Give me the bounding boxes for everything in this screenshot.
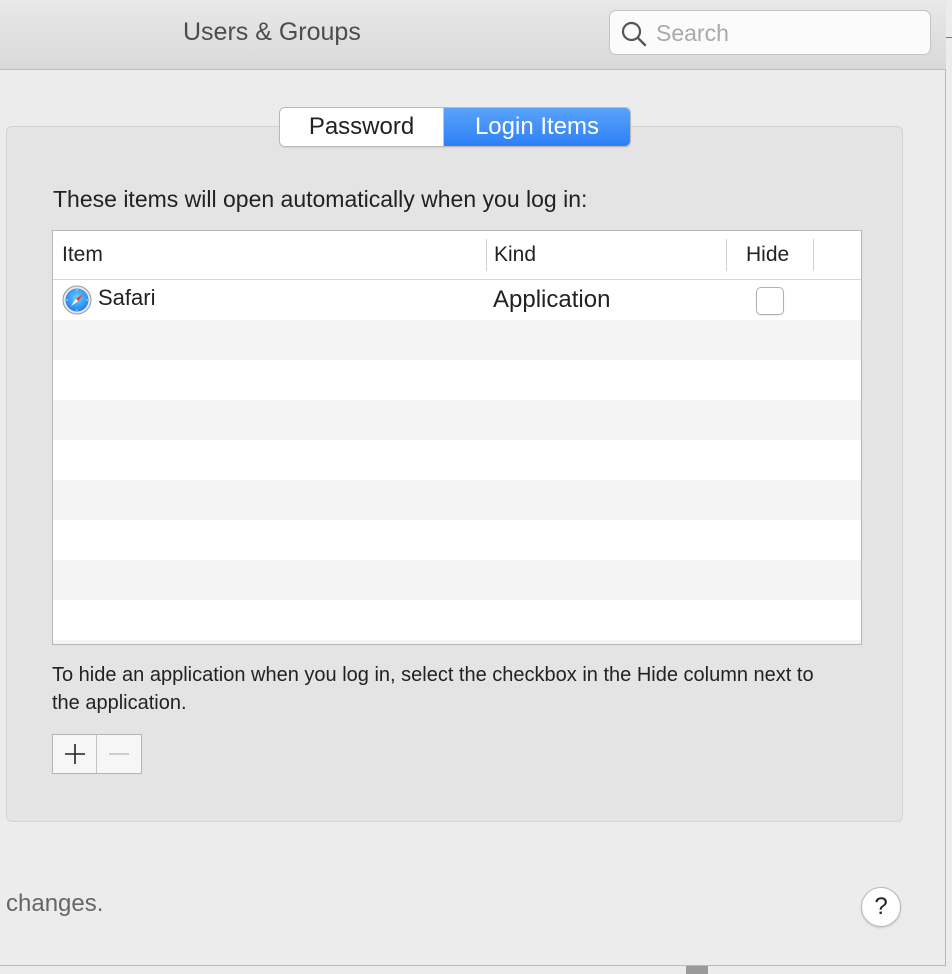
- table-row: [53, 560, 861, 600]
- tab-password[interactable]: Password: [280, 108, 444, 146]
- preferences-window: Users & Groups Password Login Items Thes…: [0, 0, 952, 966]
- hide-checkbox[interactable]: [756, 287, 784, 315]
- login-items-table[interactable]: Item Kind Hide Safari Application: [52, 230, 862, 645]
- column-divider: [726, 239, 727, 271]
- column-header-kind[interactable]: Kind: [494, 231, 536, 279]
- table-row: [53, 480, 861, 520]
- remove-item-button[interactable]: [97, 735, 141, 773]
- table-row: [53, 600, 861, 640]
- intro-text: These items will open automatically when…: [53, 186, 588, 212]
- edge-divider: [946, 37, 952, 38]
- lock-changes-text: changes.: [6, 890, 104, 917]
- add-remove-control: [52, 734, 142, 774]
- search-icon: [621, 21, 647, 47]
- column-header-item[interactable]: Item: [62, 231, 103, 279]
- column-header-hide[interactable]: Hide: [746, 231, 789, 279]
- table-row: [53, 640, 861, 644]
- table-row: [53, 400, 861, 440]
- add-item-button[interactable]: [53, 735, 97, 773]
- safari-icon: [62, 285, 92, 315]
- title-bar: Users & Groups: [0, 0, 946, 70]
- column-divider: [813, 239, 814, 271]
- item-name: Safari: [98, 285, 156, 310]
- window-title: Users & Groups: [183, 18, 361, 46]
- search-field[interactable]: [609, 10, 931, 55]
- table-body: Safari Application: [53, 280, 861, 644]
- search-input[interactable]: [656, 17, 916, 49]
- table-row: [53, 440, 861, 480]
- column-divider: [486, 239, 487, 271]
- plus-icon: [64, 744, 85, 764]
- table-header: Item Kind Hide: [53, 231, 861, 280]
- item-kind: Application: [493, 286, 611, 313]
- tab-bar: Password Login Items: [279, 107, 631, 147]
- table-row[interactable]: Safari Application: [53, 280, 861, 320]
- table-row: [53, 360, 861, 400]
- help-button[interactable]: ?: [861, 887, 901, 927]
- hide-help-text: To hide an application when you log in, …: [52, 664, 814, 714]
- tab-login-items[interactable]: Login Items: [444, 108, 630, 146]
- window-edge: [686, 966, 708, 974]
- table-row: [53, 520, 861, 560]
- minus-icon: [109, 753, 129, 755]
- table-row: [53, 320, 861, 360]
